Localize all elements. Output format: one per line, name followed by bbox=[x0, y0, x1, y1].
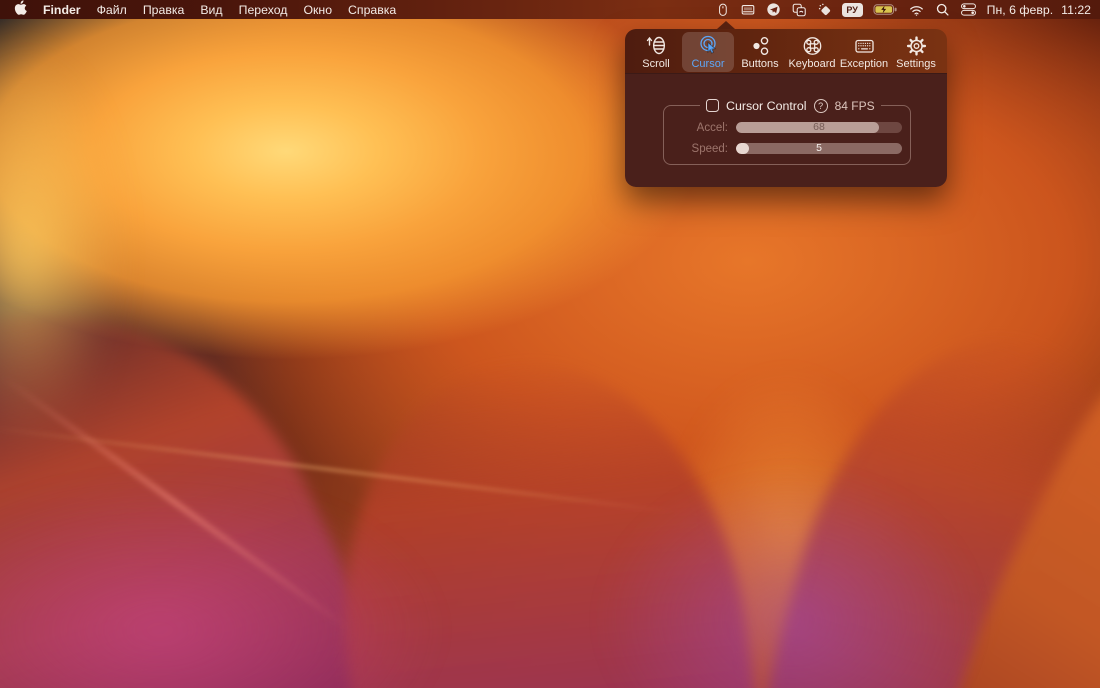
accel-label: Accel: bbox=[664, 122, 728, 134]
tab-scroll[interactable]: Scroll bbox=[630, 32, 682, 72]
tab-label: Settings bbox=[896, 58, 936, 71]
spray-icon[interactable] bbox=[817, 2, 832, 17]
input-source-badge[interactable]: РУ bbox=[842, 3, 863, 17]
tab-exception[interactable]: Exception bbox=[838, 32, 890, 72]
apple-logo-icon bbox=[14, 0, 27, 16]
apple-menu[interactable] bbox=[14, 0, 27, 19]
speed-slider[interactable]: 5 bbox=[736, 143, 902, 154]
wifi-icon[interactable] bbox=[908, 3, 925, 17]
menu-bar-left: Finder Файл Правка Вид Переход Окно Спра… bbox=[0, 0, 396, 19]
menu-item-window[interactable]: Окно bbox=[303, 3, 332, 17]
mouse-utility-popover: Scroll Cursor Buttons bbox=[625, 29, 947, 187]
cursor-control-legend: Cursor Control ? 84 FPS bbox=[700, 97, 881, 114]
buttons-circles-icon bbox=[749, 35, 772, 57]
help-icon[interactable]: ? bbox=[814, 99, 828, 113]
speed-value: 5 bbox=[736, 143, 902, 154]
tab-buttons[interactable]: Buttons bbox=[734, 32, 786, 72]
battery-charging-icon[interactable] bbox=[873, 2, 898, 17]
menu-item-edit[interactable]: Правка bbox=[143, 3, 185, 17]
speed-label: Speed: bbox=[664, 143, 728, 155]
tab-cursor[interactable]: Cursor bbox=[682, 32, 734, 72]
tab-label: Exception bbox=[840, 58, 888, 71]
keyboard-rect-icon bbox=[853, 35, 876, 57]
accel-slider[interactable]: 68 bbox=[736, 122, 902, 133]
tab-label: Keyboard bbox=[788, 58, 835, 71]
cursor-control-checkbox[interactable] bbox=[706, 99, 719, 112]
tab-settings[interactable]: Settings bbox=[890, 32, 942, 72]
mouse-icon[interactable] bbox=[715, 2, 730, 18]
scroll-wheel-icon bbox=[645, 35, 668, 57]
popover-arrow bbox=[717, 21, 735, 29]
search-icon[interactable] bbox=[935, 2, 950, 17]
menu-item-go[interactable]: Переход bbox=[239, 3, 288, 17]
menu-item-file[interactable]: Файл bbox=[97, 3, 127, 17]
cursor-control-group: Cursor Control ? 84 FPS Accel: 68 Speed: bbox=[663, 105, 911, 165]
tab-label: Cursor bbox=[691, 58, 724, 71]
command-circle-icon bbox=[801, 35, 824, 57]
menu-bar-status: РУ bbox=[715, 2, 1100, 18]
clock-date: Пн, 6 февр. bbox=[987, 3, 1053, 17]
popover-tab-bar: Scroll Cursor Buttons bbox=[625, 29, 947, 73]
tab-label: Buttons bbox=[741, 58, 778, 71]
menu-app-name[interactable]: Finder bbox=[43, 3, 81, 17]
tab-keyboard[interactable]: Keyboard bbox=[786, 32, 838, 72]
tab-label: Scroll bbox=[642, 58, 670, 71]
desktop: Finder Файл Правка Вид Переход Окно Спра… bbox=[0, 0, 1100, 688]
display-icon[interactable] bbox=[740, 2, 756, 18]
cursor-control-label: Cursor Control bbox=[726, 99, 807, 113]
cursor-click-icon bbox=[697, 35, 720, 57]
fps-readout: 84 FPS bbox=[835, 99, 875, 113]
telegram-icon[interactable] bbox=[766, 2, 781, 17]
menu-bar: Finder Файл Правка Вид Переход Окно Спра… bbox=[0, 0, 1100, 19]
gear-icon bbox=[905, 35, 928, 57]
accel-value: 68 bbox=[736, 122, 902, 133]
clock-time: 11:22 bbox=[1061, 3, 1091, 17]
control-center-icon[interactable] bbox=[960, 2, 977, 17]
menu-item-view[interactable]: Вид bbox=[200, 3, 222, 17]
cursor-panel: Cursor Control ? 84 FPS Accel: 68 Speed: bbox=[625, 73, 947, 187]
menu-bar-clock[interactable]: Пн, 6 февр. 11:22 bbox=[987, 3, 1091, 17]
menu-item-help[interactable]: Справка bbox=[348, 3, 396, 17]
window-switcher-icon[interactable] bbox=[791, 2, 807, 18]
